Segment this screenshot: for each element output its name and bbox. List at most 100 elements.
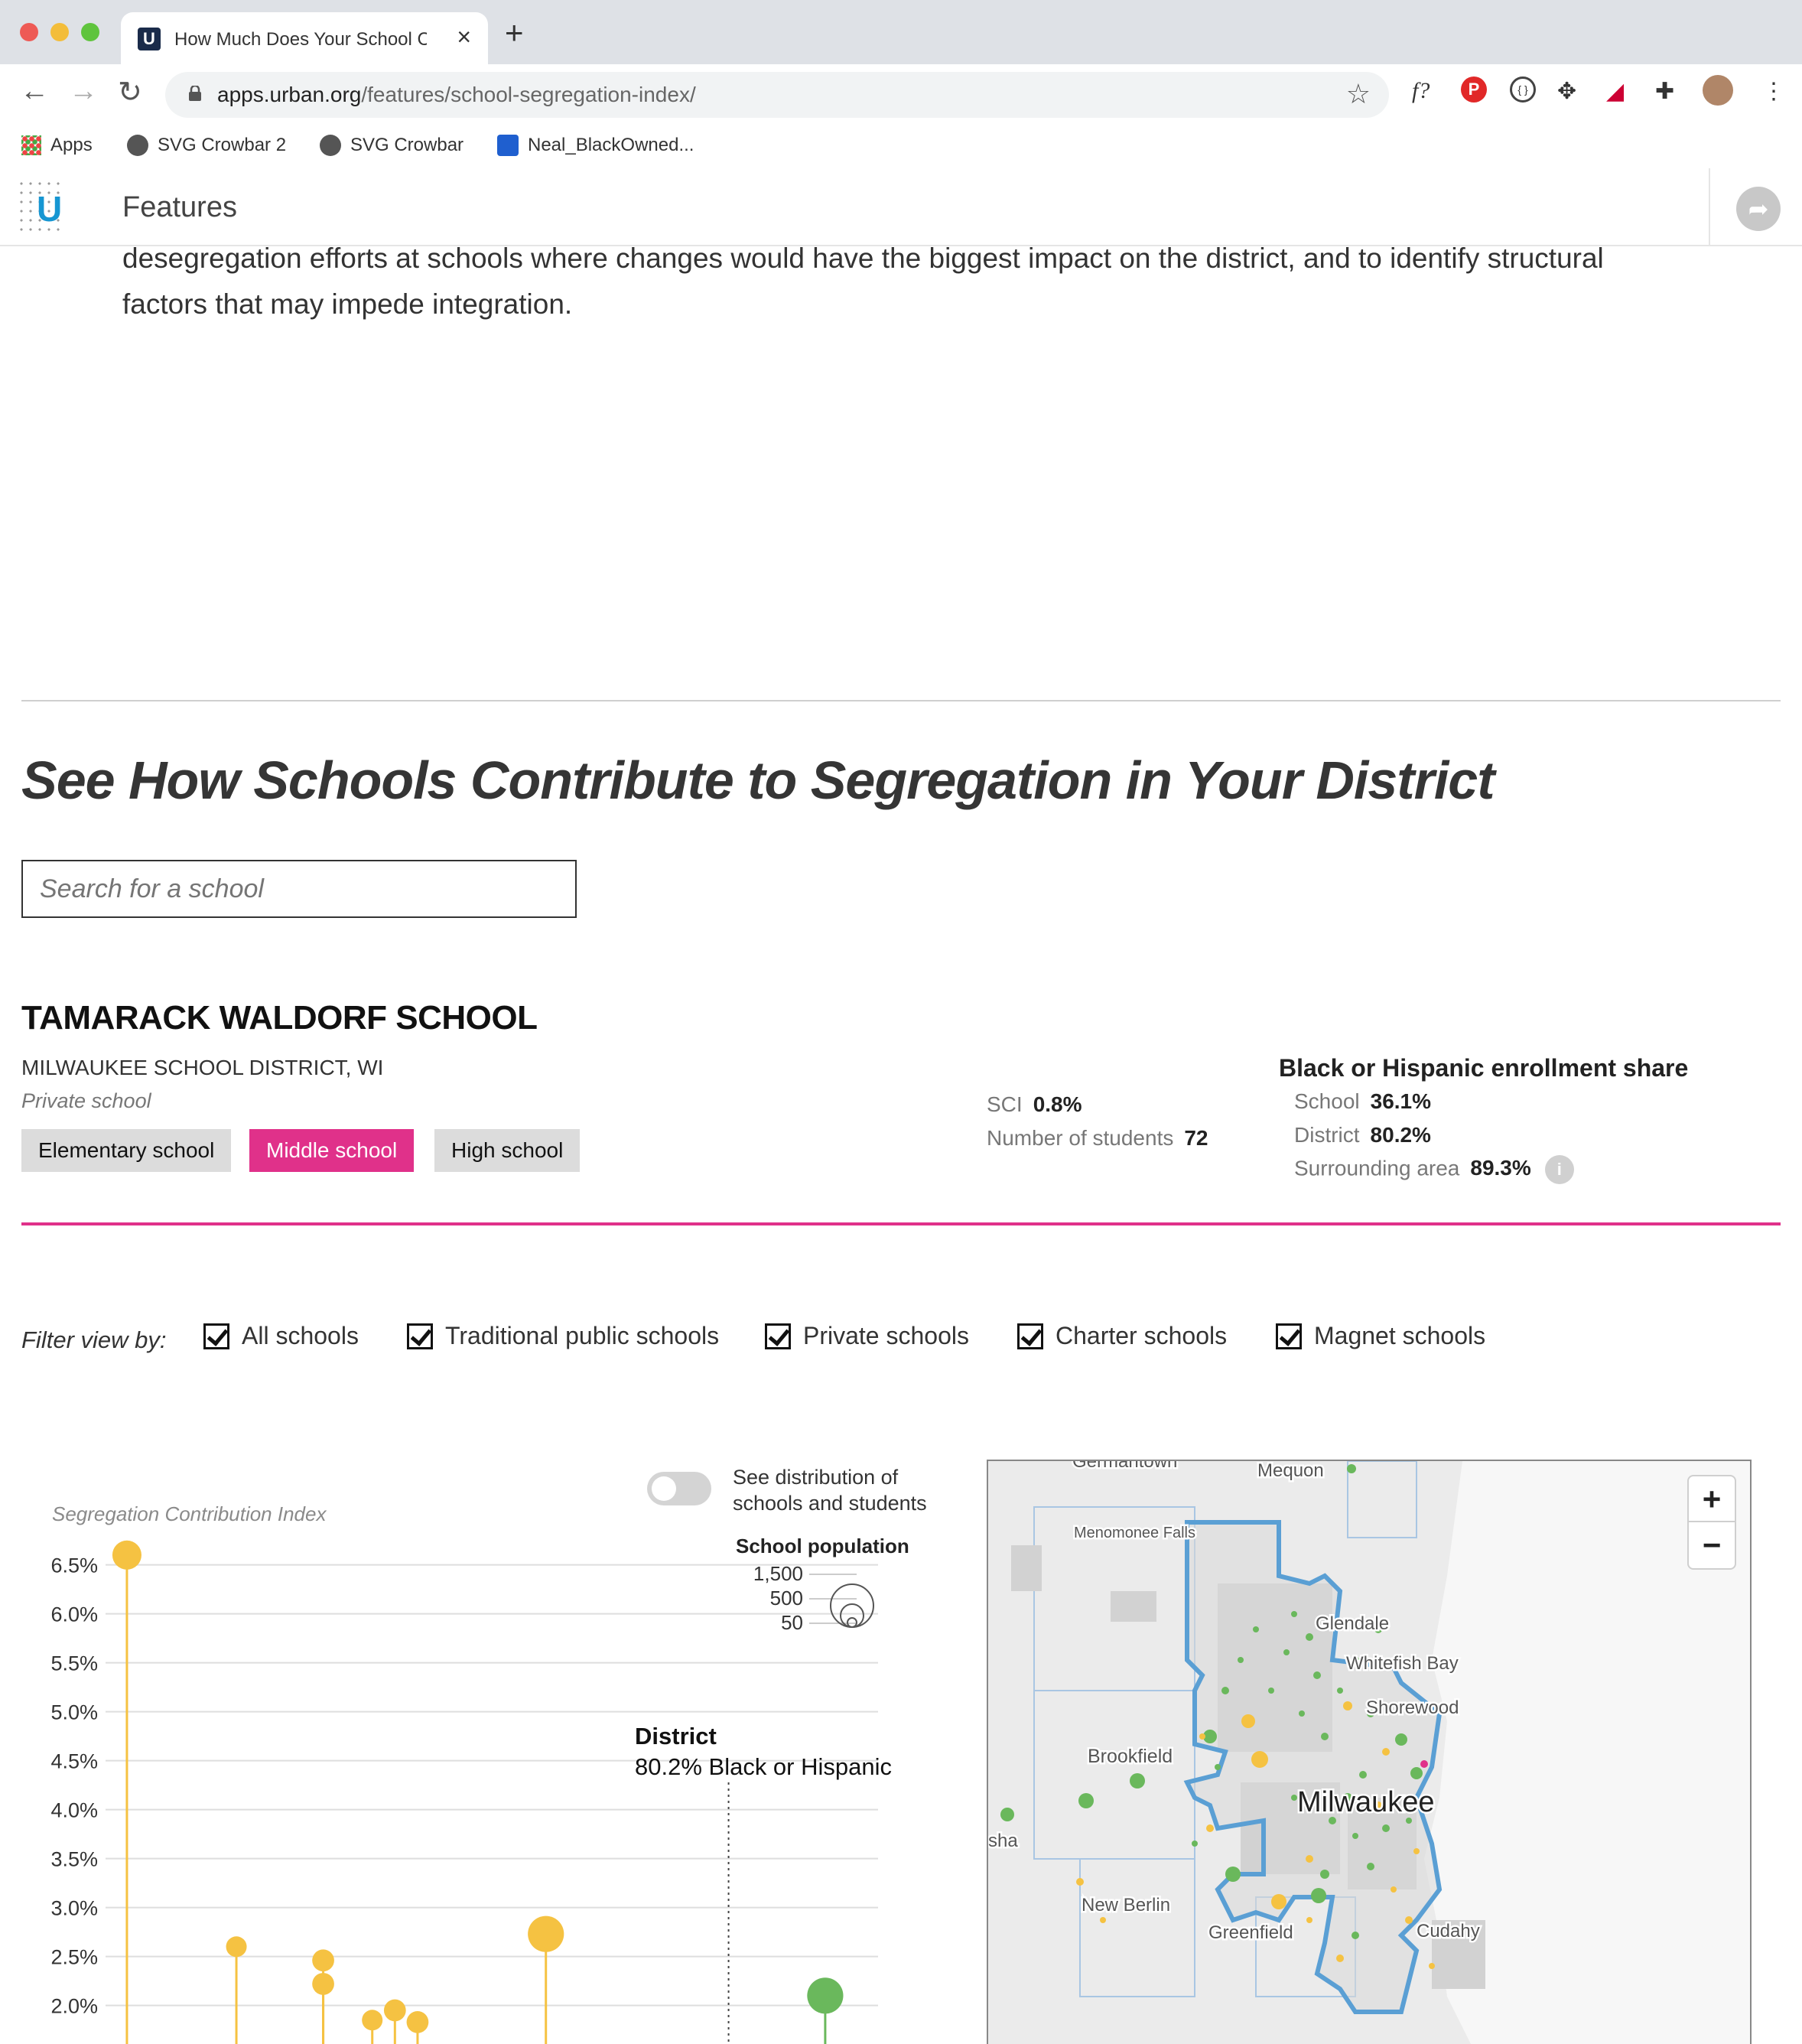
box-icon bbox=[497, 135, 519, 156]
map-label-new-berlin: New Berlin bbox=[1082, 1895, 1170, 1915]
close-window-button[interactable] bbox=[20, 23, 38, 41]
tab-close-icon[interactable]: × bbox=[457, 23, 471, 51]
forward-icon[interactable]: → bbox=[69, 75, 98, 108]
school-district: MILWAUKEE SCHOOL DISTRICT, WI bbox=[21, 1056, 384, 1079]
school-point[interactable] bbox=[406, 2010, 429, 2033]
level-middle-button[interactable]: Middle school bbox=[249, 1129, 415, 1172]
size-legend-title: School population bbox=[736, 1535, 909, 1557]
intro-paragraph: desegregation efforts at schools where c… bbox=[122, 242, 1604, 320]
school-point[interactable] bbox=[383, 1999, 406, 2022]
school-type: Private school bbox=[21, 1089, 151, 1112]
url-text: apps.urban.org/features/school-segregati… bbox=[217, 83, 696, 106]
filter-charter[interactable]: Charter schools bbox=[1017, 1322, 1227, 1350]
checkbox-checked[interactable] bbox=[407, 1323, 433, 1349]
address-bar[interactable]: apps.urban.org/features/school-segregati… bbox=[165, 72, 1389, 118]
share-icon[interactable]: ➦ bbox=[1736, 187, 1781, 231]
map-canvas[interactable]: Germantown Mequon Menomonee Falls Glenda… bbox=[988, 1461, 1752, 2044]
browser-tab[interactable]: U How Much Does Your School C × bbox=[121, 12, 488, 64]
filter-magnet[interactable]: Magnet schools bbox=[1276, 1322, 1485, 1350]
level-high-button[interactable]: High school bbox=[434, 1129, 581, 1172]
chart-y-axis-label: Segregation Contribution Index bbox=[52, 1502, 327, 1525]
y-tick-label: 6.0% bbox=[50, 1603, 98, 1626]
school-name: TAMARACK WALDORF SCHOOL bbox=[21, 999, 538, 1037]
size-legend-circle-large bbox=[830, 1583, 874, 1628]
school-point[interactable] bbox=[807, 1977, 844, 2014]
info-icon[interactable]: i bbox=[1544, 1155, 1574, 1184]
browser-tab-bar: U How Much Does Your School C × + bbox=[0, 0, 1802, 64]
site-header: U Features ➦ bbox=[0, 168, 1802, 246]
code-icon[interactable]: { } bbox=[1510, 76, 1536, 103]
map-label-cudahy: Cudahy bbox=[1417, 1921, 1480, 1941]
move-icon[interactable]: ✥ bbox=[1557, 78, 1576, 105]
filter-traditional-public[interactable]: Traditional public schools bbox=[407, 1322, 719, 1350]
font-finder-icon[interactable]: f? bbox=[1412, 78, 1430, 104]
section-divider bbox=[21, 700, 1781, 701]
map-label-glendale: Glendale bbox=[1316, 1613, 1389, 1634]
y-tick-label: 2.0% bbox=[50, 1995, 98, 2018]
y-tick-label: 3.5% bbox=[50, 1848, 98, 1871]
school-point[interactable] bbox=[312, 1949, 334, 1972]
map-zoom-control: + − bbox=[1687, 1475, 1736, 1570]
puzzle-icon[interactable]: ✚ bbox=[1655, 78, 1674, 105]
maximize-window-button[interactable] bbox=[81, 23, 99, 41]
browser-toolbar: ← → ↻ apps.urban.org/features/school-seg… bbox=[0, 64, 1802, 184]
zoom-out-button[interactable]: − bbox=[1689, 1522, 1735, 1568]
district-map[interactable]: Germantown Mequon Menomonee Falls Glenda… bbox=[987, 1460, 1752, 2044]
school-point[interactable] bbox=[226, 1936, 247, 1958]
lock-icon bbox=[189, 86, 201, 101]
school-search-input[interactable] bbox=[21, 860, 577, 918]
checkbox-checked[interactable] bbox=[1017, 1323, 1043, 1349]
y-tick-label: 4.0% bbox=[50, 1799, 98, 1822]
map-label-milwaukee: Milwaukee bbox=[1297, 1786, 1435, 1818]
map-label-mequon: Mequon bbox=[1257, 1461, 1324, 1481]
reload-icon[interactable]: ↻ bbox=[118, 75, 142, 109]
school-point[interactable] bbox=[362, 2010, 383, 2031]
checkbox-checked[interactable] bbox=[765, 1323, 791, 1349]
level-elementary-button[interactable]: Elementary school bbox=[21, 1129, 232, 1172]
checkbox-checked[interactable] bbox=[1276, 1323, 1302, 1349]
y-tick-label: 5.5% bbox=[50, 1652, 98, 1675]
bookmark-apps[interactable]: Apps bbox=[21, 135, 93, 156]
school-point[interactable] bbox=[112, 1540, 141, 1570]
menu-dots-icon[interactable]: ⋮ bbox=[1762, 78, 1785, 105]
bookmark-svg-crowbar[interactable]: SVG Crowbar bbox=[320, 135, 464, 156]
section-title: See How Schools Contribute to Segregatio… bbox=[21, 750, 1495, 810]
globe-icon bbox=[320, 135, 341, 156]
y-tick-label: 6.5% bbox=[50, 1554, 98, 1577]
size-legend-circle-small bbox=[847, 1617, 857, 1628]
chart-icon[interactable]: ◢ bbox=[1606, 78, 1624, 105]
bookmark-star-icon[interactable]: ☆ bbox=[1346, 78, 1371, 110]
y-tick-label: 4.5% bbox=[50, 1750, 98, 1773]
globe-icon bbox=[127, 135, 148, 156]
zoom-in-button[interactable]: + bbox=[1689, 1476, 1735, 1522]
profile-avatar[interactable] bbox=[1703, 75, 1733, 106]
filter-private[interactable]: Private schools bbox=[765, 1322, 969, 1350]
district-reference-title: District bbox=[635, 1723, 717, 1749]
back-icon[interactable]: ← bbox=[20, 75, 49, 108]
size-legend-label: 50 bbox=[781, 1611, 803, 1634]
school-divider bbox=[21, 1222, 1781, 1225]
urban-favicon-icon: U bbox=[138, 28, 161, 50]
map-label-menomonee-falls: Menomonee Falls bbox=[1074, 1525, 1195, 1541]
minimize-window-button[interactable] bbox=[50, 23, 69, 41]
y-tick-label: 3.0% bbox=[50, 1897, 98, 1920]
pinterest-icon[interactable]: P bbox=[1461, 76, 1487, 103]
district-reference-label: 80.2% Black or Hispanic bbox=[635, 1753, 892, 1780]
y-tick-label: 5.0% bbox=[50, 1701, 98, 1724]
features-link[interactable]: Features bbox=[122, 191, 237, 224]
y-tick-label: 2.5% bbox=[50, 1946, 98, 1969]
urban-logo[interactable]: U bbox=[37, 188, 62, 229]
apps-grid-icon bbox=[21, 135, 41, 155]
bookmark-svg-crowbar-2[interactable]: SVG Crowbar 2 bbox=[127, 135, 286, 156]
enrollment-title: Black or Hispanic enrollment share bbox=[1279, 1054, 1689, 1082]
share-panel: ➦ bbox=[1709, 168, 1802, 246]
map-label-shorewood: Shorewood bbox=[1366, 1697, 1459, 1718]
school-point[interactable] bbox=[528, 1915, 564, 1952]
enrollment-surrounding: Surrounding area 89.3% i bbox=[1294, 1155, 1574, 1184]
checkbox-checked[interactable] bbox=[203, 1323, 229, 1349]
school-point[interactable] bbox=[312, 1973, 334, 1995]
new-tab-icon[interactable]: + bbox=[505, 17, 524, 49]
filter-all-schools[interactable]: All schools bbox=[203, 1322, 359, 1350]
map-label-germantown: Germantown bbox=[1072, 1461, 1177, 1472]
bookmark-neal-blackowned[interactable]: Neal_BlackOwned... bbox=[497, 135, 694, 156]
